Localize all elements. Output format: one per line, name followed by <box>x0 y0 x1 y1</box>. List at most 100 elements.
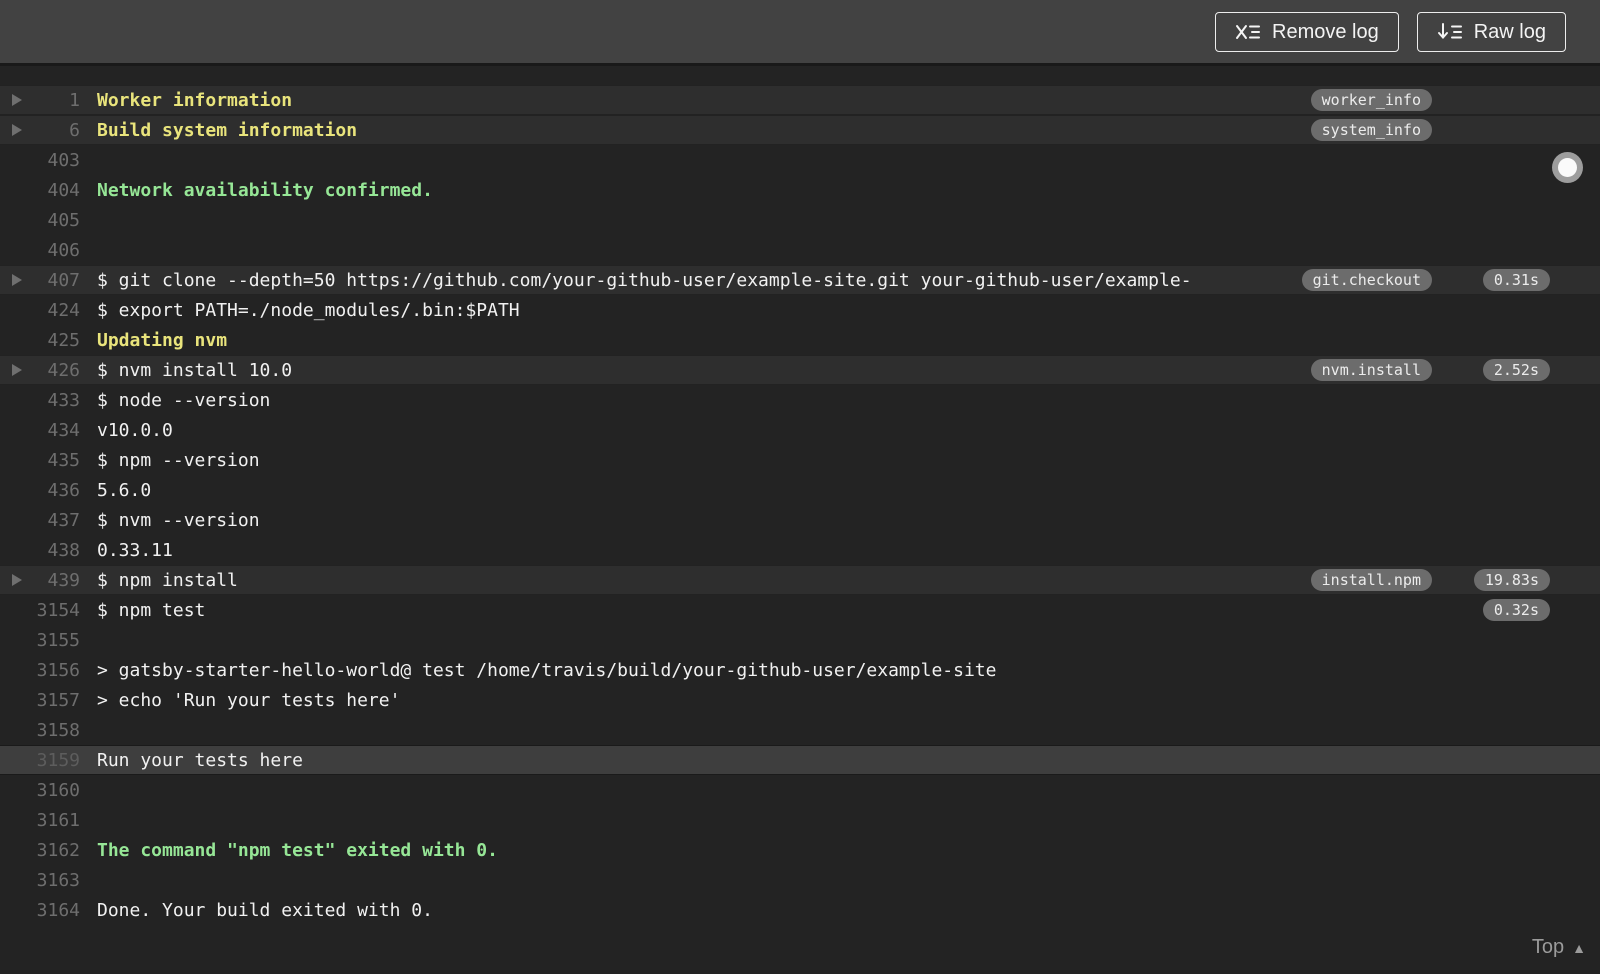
log-line-text: $ nvm --version <box>97 509 260 531</box>
log-row: 403 <box>0 145 1600 175</box>
log-row: 405 <box>0 205 1600 235</box>
log-row: 3155 <box>0 625 1600 655</box>
log-row: 439 $ npm install install.npm 19.83s <box>0 565 1600 595</box>
fold-arrow-cell <box>0 574 34 586</box>
line-number[interactable]: 3163 <box>34 870 80 891</box>
log-line-text: $ npm --version <box>97 449 260 471</box>
raw-log-icon <box>1437 22 1463 42</box>
row-badges: nvm.install 2.52s <box>1310 355 1550 385</box>
log-line-text: The command "npm test" exited with 0. <box>97 839 498 861</box>
row-badges: system_info <box>1310 115 1550 145</box>
line-number[interactable]: 3158 <box>34 720 80 741</box>
log-row: 435 $ npm --version <box>0 445 1600 475</box>
fold-arrow-cell <box>0 364 34 376</box>
log-row: 434 v10.0.0 <box>0 415 1600 445</box>
raw-log-label: Raw log <box>1473 20 1546 43</box>
scroll-position-indicator[interactable] <box>1552 152 1583 183</box>
log-row: 424 $ export PATH=./node_modules/.bin:$PA… <box>0 295 1600 325</box>
line-number[interactable]: 433 <box>34 390 80 411</box>
line-number[interactable]: 439 <box>34 570 80 591</box>
line-number[interactable]: 407 <box>34 270 80 291</box>
line-number[interactable]: 438 <box>34 540 80 561</box>
line-number[interactable]: 437 <box>34 510 80 531</box>
row-badges: 0.32s <box>1432 595 1550 625</box>
back-to-top-link[interactable]: Top ▲ <box>1532 936 1586 959</box>
log-line-text: $ npm install <box>97 569 238 591</box>
line-number[interactable]: 3160 <box>34 780 80 801</box>
fold-arrow-cell <box>0 274 34 286</box>
log-row: 3159 Run your tests here <box>0 745 1600 775</box>
remove-log-label: Remove log <box>1272 20 1379 43</box>
duration-badge: 19.83s <box>1473 568 1550 592</box>
log-row: 3163 <box>0 865 1600 895</box>
fold-toggle-icon[interactable] <box>12 124 22 136</box>
log-row: 425 Updating nvm <box>0 325 1600 355</box>
log-row: 404 Network availability confirmed. <box>0 175 1600 205</box>
line-number[interactable]: 424 <box>34 300 80 321</box>
log-row: 407 $ git clone --depth=50 https://github… <box>0 265 1600 295</box>
fold-toggle-icon[interactable] <box>12 574 22 586</box>
log-row: 433 $ node --version <box>0 385 1600 415</box>
log-line-text: Run your tests here <box>97 749 303 771</box>
log-rows: 1 Worker information worker_info 6 Build sys… <box>0 85 1600 925</box>
log-line-text: v10.0.0 <box>97 419 173 441</box>
line-number[interactable]: 3161 <box>34 810 80 831</box>
line-number[interactable]: 435 <box>34 450 80 471</box>
line-number[interactable]: 434 <box>34 420 80 441</box>
log-row: 3157 > echo 'Run your tests here' <box>0 685 1600 715</box>
line-number[interactable]: 404 <box>34 180 80 201</box>
duration-badge: 2.52s <box>1482 358 1550 382</box>
line-number[interactable]: 1 <box>34 90 80 111</box>
log-row: 3164 Done. Your build exited with 0. <box>0 895 1600 925</box>
row-badges: install.npm 19.83s <box>1310 565 1550 595</box>
duration-slot: 0.31s <box>1470 268 1550 292</box>
fold-tag-badge: system_info <box>1310 118 1432 142</box>
back-to-top-label: Top <box>1531 936 1565 958</box>
log-row: 1 Worker information worker_info <box>0 85 1600 115</box>
log-line-text: Build system information <box>97 119 358 141</box>
fold-tag-badge: install.npm <box>1310 568 1432 592</box>
line-number[interactable]: 3162 <box>34 840 80 861</box>
log-row: 3161 <box>0 805 1600 835</box>
log-row: 6 Build system information system_info <box>0 115 1600 145</box>
duration-badge: 0.32s <box>1482 598 1550 622</box>
line-number[interactable]: 406 <box>34 240 80 261</box>
log-line-text: $ nvm install 10.0 <box>97 359 293 381</box>
line-number[interactable]: 3156 <box>34 660 80 681</box>
line-number[interactable]: 3155 <box>34 630 80 651</box>
line-number[interactable]: 436 <box>34 480 80 501</box>
line-number[interactable]: 3159 <box>34 750 80 771</box>
line-number[interactable]: 3157 <box>34 690 80 711</box>
line-number[interactable]: 3164 <box>34 900 80 921</box>
line-number[interactable]: 403 <box>34 150 80 171</box>
fold-tag-badge: worker_info <box>1310 88 1432 112</box>
fold-toggle-icon[interactable] <box>12 94 22 106</box>
duration-slot: 2.52s <box>1470 358 1550 382</box>
log-row: 437 $ nvm --version <box>0 505 1600 535</box>
row-badges: worker_info <box>1310 85 1550 115</box>
duration-slot: 19.83s <box>1470 568 1550 592</box>
line-number[interactable]: 405 <box>34 210 80 231</box>
log-line-text: > gatsby-starter-hello-world@ test /home… <box>97 659 997 681</box>
remove-log-button[interactable]: Remove log <box>1215 11 1399 52</box>
raw-log-button[interactable]: Raw log <box>1416 11 1566 52</box>
log-line-text: Worker information <box>97 89 293 111</box>
fold-toggle-icon[interactable] <box>12 364 22 376</box>
line-number[interactable]: 6 <box>34 120 80 141</box>
log-line-text: Network availability confirmed. <box>97 179 433 201</box>
log-row: 3154 $ npm test 0.32s <box>0 595 1600 625</box>
fold-toggle-icon[interactable] <box>12 274 22 286</box>
line-number[interactable]: 426 <box>34 360 80 381</box>
build-log: 1 Worker information worker_info 6 Build sys… <box>0 66 1600 971</box>
line-number[interactable]: 425 <box>34 330 80 351</box>
fold-arrow-cell <box>0 94 34 106</box>
log-line-text: > echo 'Run your tests here' <box>97 689 401 711</box>
log-row: 436 5.6.0 <box>0 475 1600 505</box>
line-number[interactable]: 3154 <box>34 600 80 621</box>
log-row: 3162 The command "npm test" exited with 0… <box>0 835 1600 865</box>
log-row: 3158 <box>0 715 1600 745</box>
duration-badge: 0.31s <box>1482 268 1550 292</box>
log-line-text: $ export PATH=./node_modules/.bin:$PATH <box>97 299 520 321</box>
remove-log-icon <box>1235 22 1261 42</box>
log-row: 426 $ nvm install 10.0 nvm.install 2.52s <box>0 355 1600 385</box>
